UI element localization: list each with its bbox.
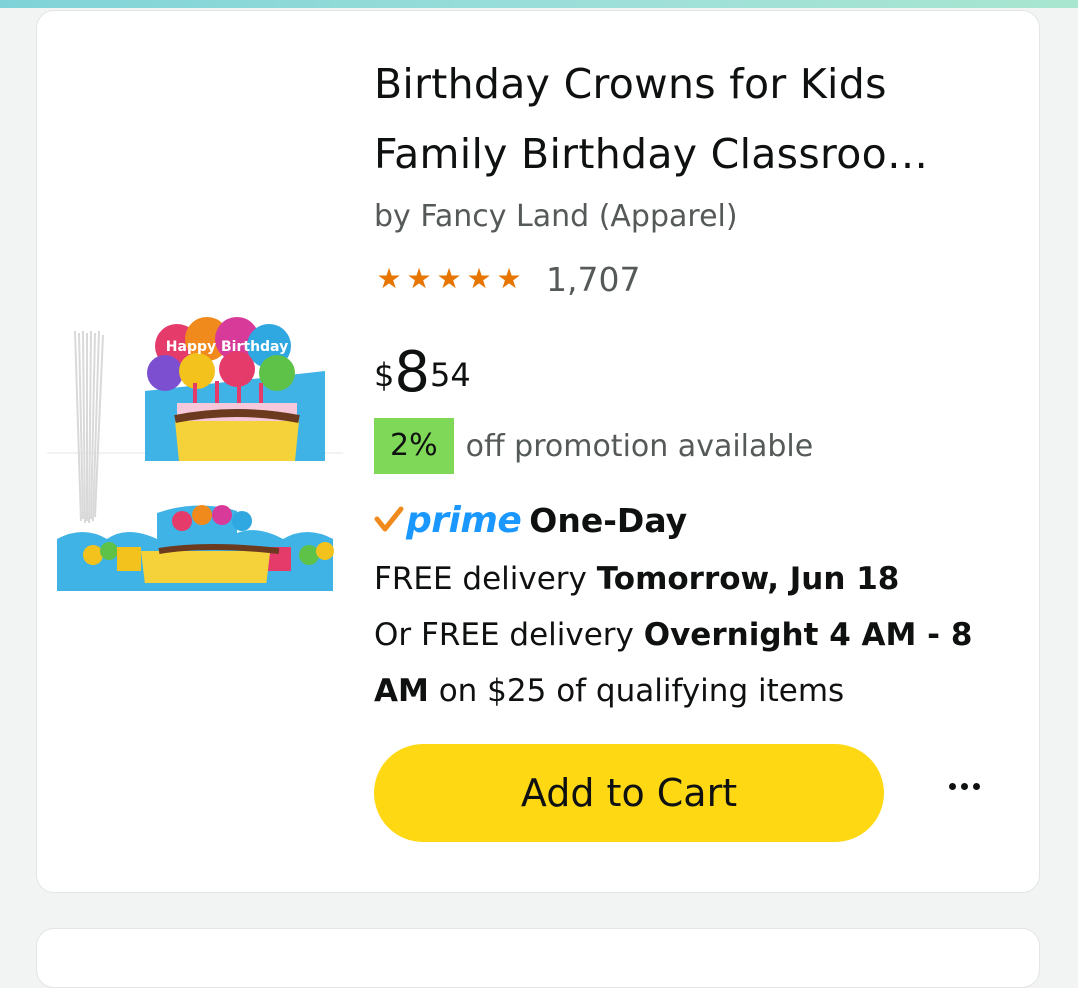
product-card[interactable]: Happy Birthday Birthday Crowns for Kids … bbox=[36, 10, 1040, 893]
more-options-icon bbox=[972, 782, 980, 790]
star-rating: ★ ★ ★ ★ ★ bbox=[374, 263, 524, 295]
more-options-icon bbox=[960, 782, 968, 790]
delivery-line2-prefix: Or FREE delivery bbox=[374, 617, 644, 653]
brand-byline: by Fancy Land (Apparel) bbox=[374, 199, 738, 234]
star-icon: ★ bbox=[376, 262, 402, 295]
delivery-info: FREE delivery Tomorrow, Jun 18 Or FREE d… bbox=[374, 551, 994, 719]
more-options-icon bbox=[948, 782, 956, 790]
next-product-card[interactable] bbox=[36, 928, 1040, 988]
rating-row[interactable]: ★ ★ ★ ★ ★ 1,707 bbox=[374, 259, 640, 299]
product-title-line1[interactable]: Birthday Crowns for Kids bbox=[374, 60, 887, 108]
review-count[interactable]: 1,707 bbox=[546, 260, 640, 299]
star-icon: ★ bbox=[406, 262, 432, 295]
prime-logo: prime bbox=[406, 499, 522, 541]
star-icon: ★ bbox=[436, 262, 462, 295]
product-image[interactable]: Happy Birthday bbox=[47, 311, 343, 601]
star-icon: ★ bbox=[496, 262, 522, 295]
delivery-line1-prefix: FREE delivery bbox=[374, 561, 597, 597]
promotion-row: 2% off promotion available bbox=[374, 418, 813, 474]
price-fraction: 54 bbox=[430, 356, 471, 394]
price: $ 8 54 bbox=[374, 341, 471, 405]
crown-text: Happy Birthday bbox=[166, 339, 288, 355]
product-title[interactable]: Birthday Crowns for Kids Family Birthday… bbox=[374, 49, 1014, 189]
add-to-cart-button[interactable]: Add to Cart bbox=[374, 744, 884, 842]
promo-badge: 2% bbox=[374, 418, 454, 474]
prime-check-icon bbox=[374, 506, 404, 532]
more-options-button[interactable] bbox=[934, 766, 994, 806]
price-whole: 8 bbox=[394, 340, 430, 405]
delivery-line2-suffix: on $25 of qualifying items bbox=[428, 673, 845, 709]
price-symbol: $ bbox=[374, 356, 395, 394]
prime-row: prime One-Day bbox=[374, 495, 687, 545]
delivery-line1-date: Tomorrow, Jun 18 bbox=[596, 561, 900, 597]
product-title-line2[interactable]: Family Birthday Classroo… bbox=[374, 130, 928, 178]
star-icon: ★ bbox=[466, 262, 492, 295]
top-accent-bar bbox=[0, 0, 1078, 8]
delivery-speed: One-Day bbox=[529, 500, 688, 540]
promo-text: off promotion available bbox=[465, 428, 814, 464]
